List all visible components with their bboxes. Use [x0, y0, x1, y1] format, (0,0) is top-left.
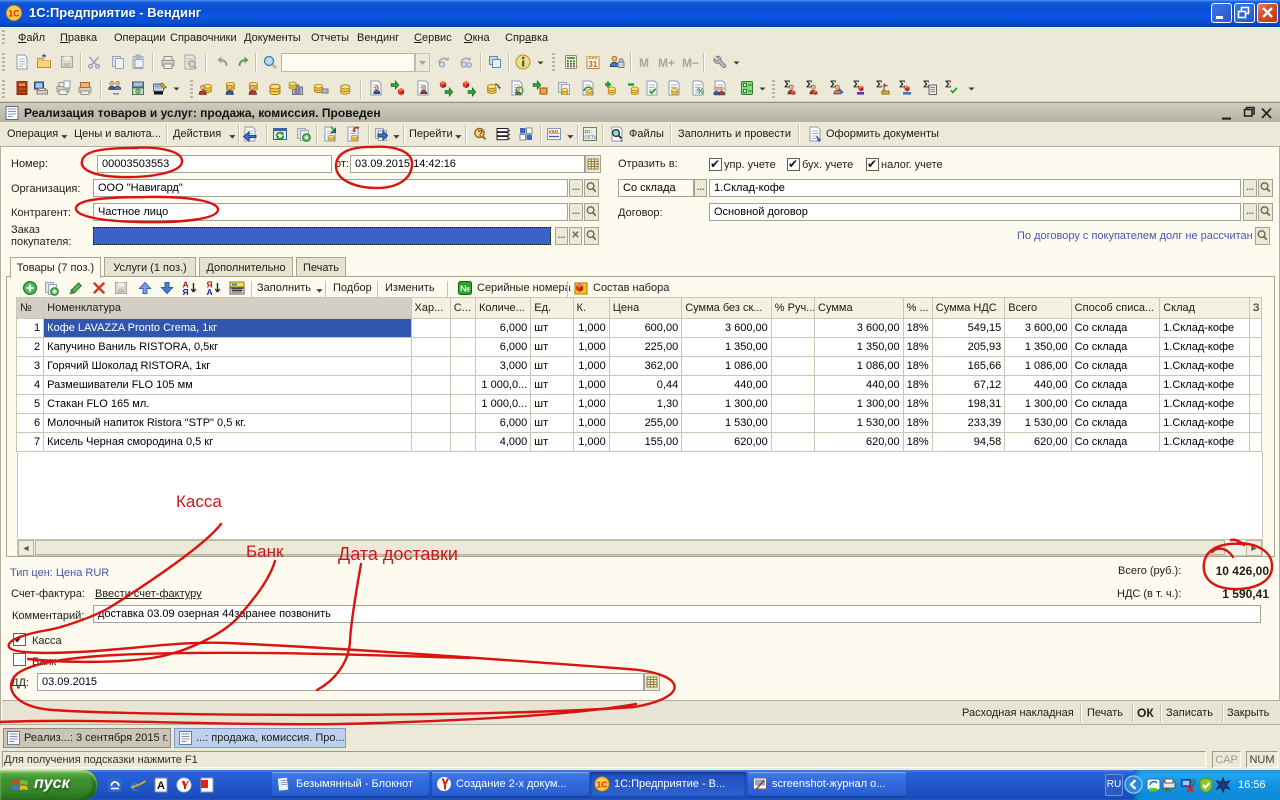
svg-text:%: %	[697, 87, 704, 96]
svg-text:А: А	[207, 287, 213, 297]
svg-text:1С: 1С	[597, 780, 608, 790]
svg-text:?: ?	[478, 129, 484, 139]
svg-text:СЕТЬ: СЕТЬ	[585, 135, 597, 140]
svg-text:31: 31	[588, 60, 597, 69]
svg-text:Я: Я	[183, 287, 189, 297]
svg-text:№: №	[460, 284, 470, 294]
svg-text:1С:: 1С:	[585, 129, 592, 134]
svg-text:1С: 1С	[8, 9, 20, 19]
svg-text:XML: XML	[548, 130, 560, 136]
svg-text:A: A	[157, 780, 165, 792]
